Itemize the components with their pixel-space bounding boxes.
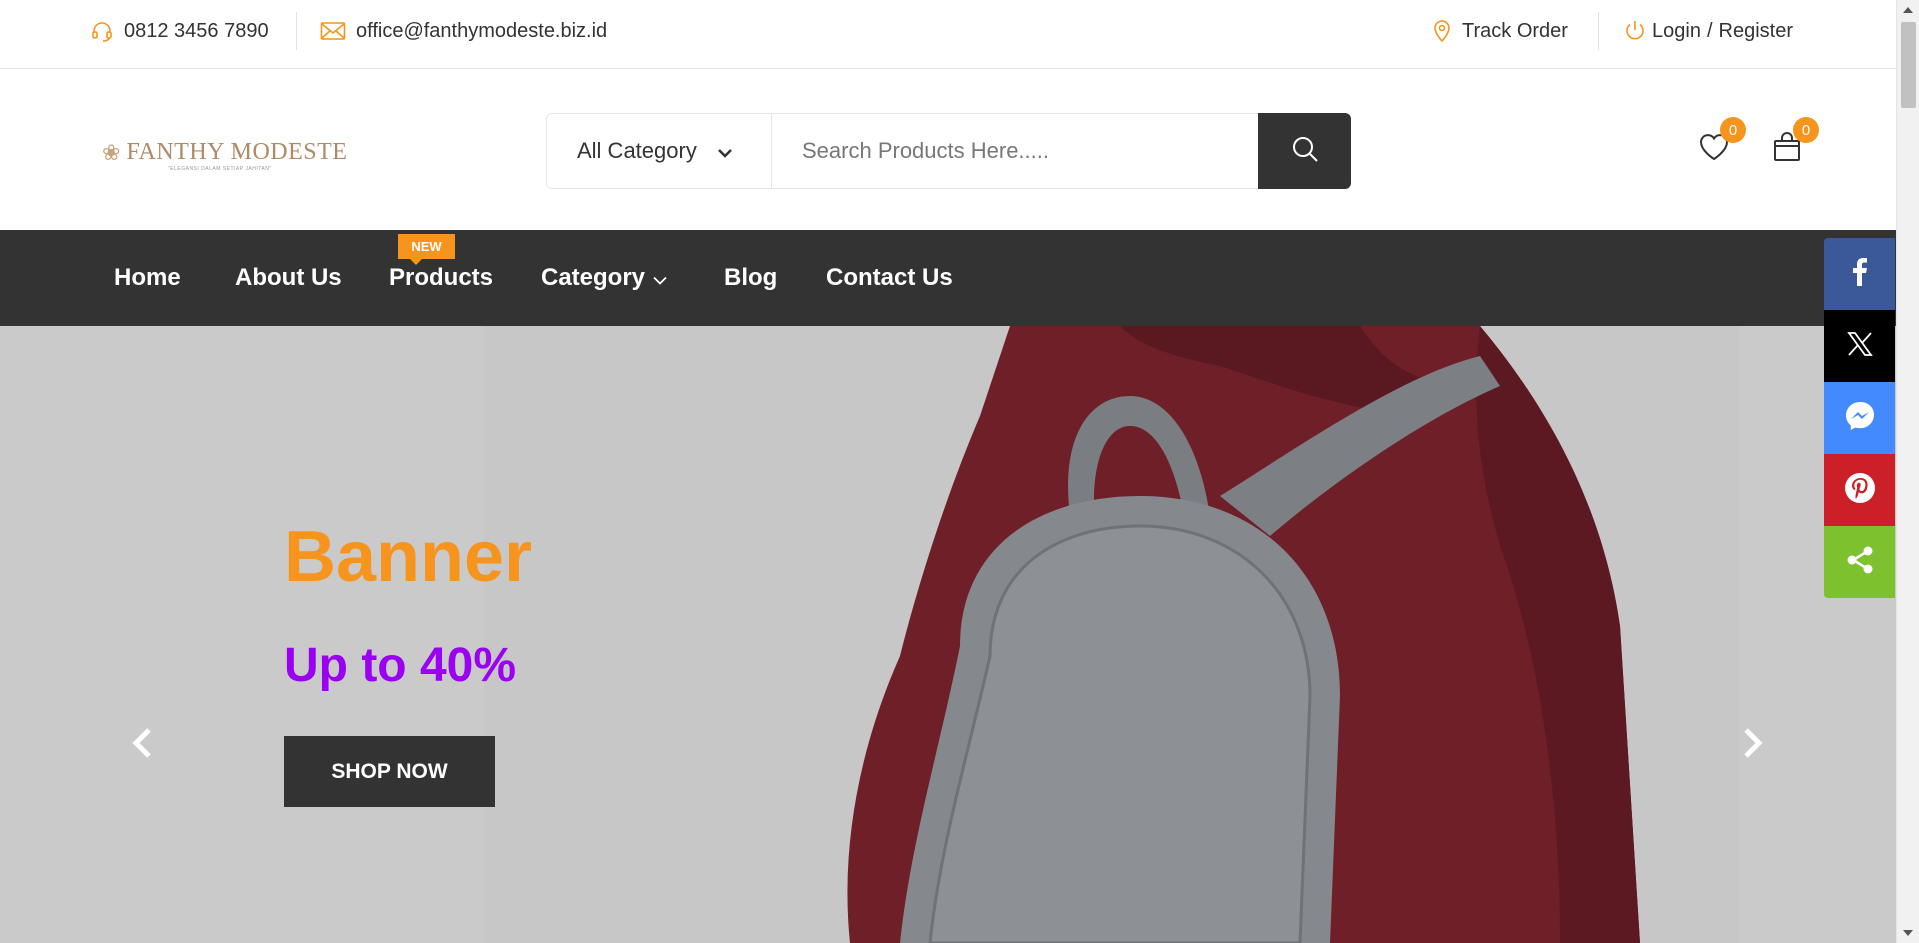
- new-badge: NEW: [398, 234, 455, 265]
- login-link[interactable]: Login: [1652, 20, 1701, 43]
- phone-contact[interactable]: 0812 3456 7890: [90, 0, 269, 62]
- email-address: office@fanthymodeste.biz.id: [356, 19, 608, 42]
- site-logo[interactable]: ❀ FANTHY MODESTE "ELEGANSI DALAM SETIAP …: [102, 139, 348, 172]
- nav-label: About Us: [235, 264, 342, 291]
- divider: [1598, 12, 1599, 50]
- pinterest-share-button[interactable]: [1824, 454, 1895, 526]
- nav-label: Blog: [724, 264, 778, 291]
- track-order-link[interactable]: Track Order: [1432, 0, 1568, 62]
- chevron-left-icon: [131, 727, 153, 764]
- nav-item-category[interactable]: Category: [541, 230, 667, 326]
- share-icon: [1845, 545, 1875, 580]
- power-icon: [1624, 19, 1646, 43]
- hero-banner: Banner Up to 40% SHOP NOW: [0, 326, 1896, 943]
- carousel-prev-button[interactable]: [122, 720, 162, 770]
- chevron-down-icon: [717, 138, 733, 164]
- account-links: Login / Register: [1624, 0, 1793, 62]
- phone-number: 0812 3456 7890: [124, 19, 269, 42]
- shop-now-button[interactable]: SHOP NOW: [284, 736, 495, 807]
- register-link[interactable]: Register: [1719, 20, 1793, 43]
- scroll-up-arrow-icon[interactable]: [1903, 7, 1913, 13]
- nav-item-home[interactable]: Home: [114, 230, 181, 326]
- email-contact[interactable]: office@fanthymodeste.biz.id: [320, 0, 607, 62]
- carousel-next-button[interactable]: [1733, 720, 1773, 770]
- nav-item-blog[interactable]: Blog: [724, 230, 777, 326]
- hero-subtitle: Up to 40%: [284, 639, 517, 692]
- nav-item-contact-us[interactable]: Contact Us: [826, 230, 953, 326]
- scroll-down-arrow-icon[interactable]: [1903, 930, 1913, 936]
- x-share-button[interactable]: [1824, 310, 1895, 382]
- messenger-share-button[interactable]: [1824, 382, 1895, 454]
- search-bar: All Category: [546, 113, 1351, 189]
- wishlist-button[interactable]: 0: [1692, 117, 1746, 171]
- nav-item-about-us[interactable]: About Us: [235, 230, 342, 326]
- top-bar: 0812 3456 7890 office@fanthymodeste.biz.…: [0, 0, 1896, 69]
- facebook-share-button[interactable]: [1824, 238, 1895, 310]
- cart-button[interactable]: 0: [1765, 117, 1819, 171]
- chevron-down-icon: [653, 264, 667, 292]
- pinterest-icon: [1844, 472, 1876, 509]
- separator-slash: /: [1706, 19, 1713, 42]
- logo-flower-icon: ❀: [102, 139, 121, 165]
- chevron-right-icon: [1742, 727, 1764, 764]
- x-twitter-icon: [1846, 331, 1873, 362]
- nav-label: Category: [541, 264, 646, 291]
- search-button[interactable]: [1258, 113, 1351, 189]
- share-button[interactable]: [1824, 526, 1895, 598]
- facebook-icon: [1852, 257, 1868, 291]
- messenger-icon: [1844, 400, 1876, 437]
- logo-name: FANTHY MODESTE: [126, 139, 348, 165]
- nav-label: Products: [389, 264, 494, 291]
- search-icon: [1291, 135, 1319, 168]
- wishlist-count-badge: 0: [1720, 117, 1746, 143]
- logo-tagline: "ELEGANSI DALAM SETIAP JAHITAN": [168, 166, 272, 172]
- cart-count-badge: 0: [1793, 117, 1819, 143]
- map-pin-icon: [1432, 19, 1452, 43]
- category-select[interactable]: All Category: [547, 114, 772, 188]
- envelope-icon: [320, 21, 346, 41]
- backpack-model-image: [847, 326, 1640, 943]
- nav-label: Home: [114, 264, 181, 291]
- track-order-label: Track Order: [1462, 19, 1568, 42]
- category-selected-value: All Category: [577, 138, 697, 163]
- main-navigation: Home About Us Products Category Blog Con…: [0, 230, 1896, 326]
- nav-label: Contact Us: [826, 264, 953, 291]
- scrollbar-thumb[interactable]: [1901, 22, 1916, 108]
- headset-icon: [90, 19, 114, 43]
- page-scrollbar[interactable]: [1896, 0, 1919, 943]
- divider: [296, 12, 297, 50]
- hero-title: Banner: [284, 517, 533, 597]
- main-header: ❀ FANTHY MODESTE "ELEGANSI DALAM SETIAP …: [0, 69, 1896, 230]
